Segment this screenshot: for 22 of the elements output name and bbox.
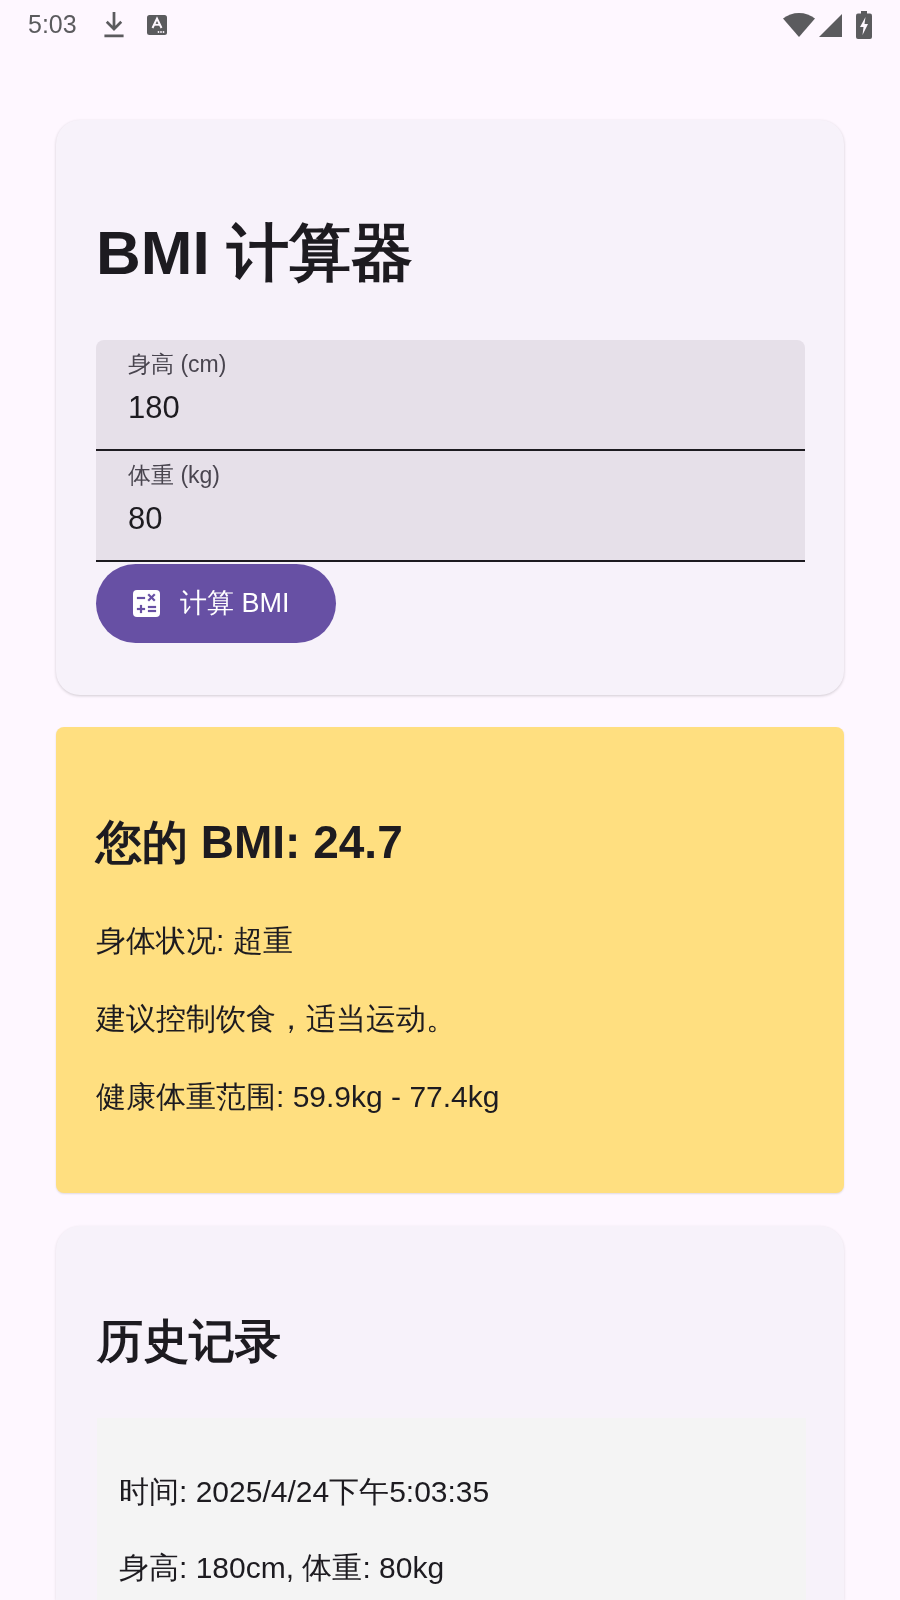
input-field[interactable]: 体重 (kg) 80 [96,451,805,562]
letter-a-icon [146,15,167,35]
download-icon [102,12,125,38]
field-label: 体重 (kg) [128,461,221,490]
battery-charging-icon [856,11,872,39]
history-text: 时间: 2025/4/24下午5:03:35 [119,1474,491,1510]
signal-icon [819,13,842,37]
bmi-result: 您的 BMI: 24.7 [96,815,404,870]
result-text: 身体状况: 超重 [96,923,294,959]
result-text: 建议控制饮食，适当运动。 [96,1001,457,1037]
app-title: BMI 计算器 [96,217,414,289]
status-time: 5:03 [28,9,77,41]
calculator-icon [133,590,160,617]
result-text: 健康体重范围: 59.9kg - 77.4kg [96,1079,501,1115]
text-input[interactable]: 80 [128,497,773,541]
text-input[interactable]: 180 [128,386,773,430]
wifi-icon [783,13,815,37]
calculate-button[interactable]: 计算 BMI [96,564,336,643]
field-label: 身高 (cm) [128,350,228,379]
section-title: 历史记录 [97,1314,282,1369]
history-text: 身高: 180cm, 体重: 80kg [119,1550,446,1586]
input-field[interactable]: 身高 (cm) 180 [96,340,805,451]
